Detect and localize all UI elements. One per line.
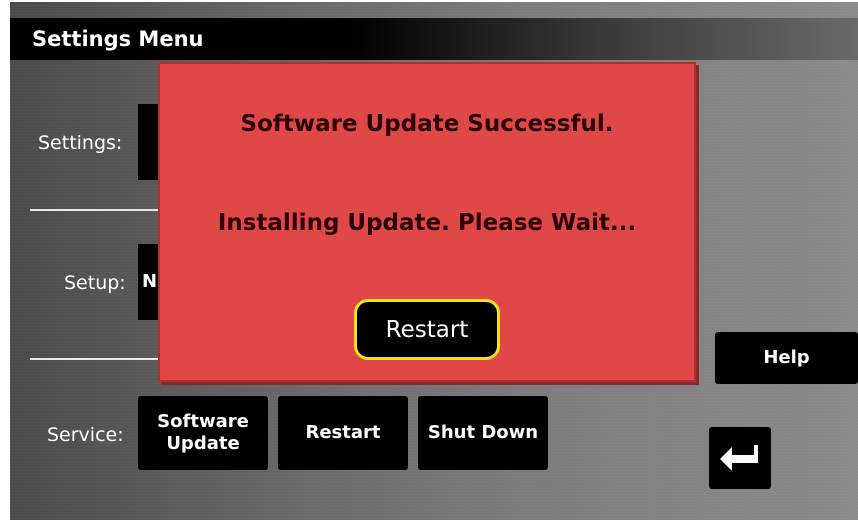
software-update-line2: Update [166,433,240,454]
page-title: Settings Menu [32,27,204,51]
divider-2 [30,358,160,360]
software-update-button[interactable]: Software Update [138,396,268,470]
help-button[interactable]: Help [715,332,858,384]
restart-button[interactable]: Restart [278,396,408,470]
dialog-restart-button[interactable]: Restart [354,299,500,360]
service-label: Service: [47,424,124,446]
return-arrow-icon [720,445,758,471]
settings-label: Settings: [38,132,123,154]
divider-1 [30,209,160,211]
setup-button-text: N [142,271,158,292]
setup-label: Setup: [64,272,126,294]
back-button[interactable] [709,427,771,489]
shut-down-button[interactable]: Shut Down [418,396,548,470]
dialog-message-success: Software Update Successful. [240,111,614,137]
software-update-line1: Software [157,411,249,433]
dialog-message-installing: Installing Update. Please Wait... [217,210,637,236]
